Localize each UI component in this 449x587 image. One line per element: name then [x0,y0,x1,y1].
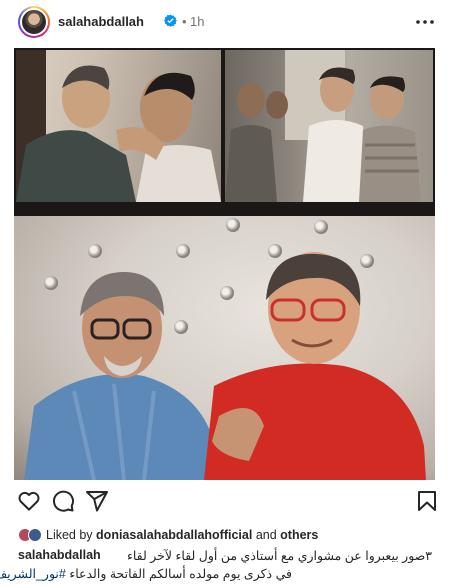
others-link[interactable]: others [280,528,318,542]
comment-icon[interactable] [51,489,75,513]
separator-dot: • [182,14,187,29]
post-image[interactable] [14,48,435,480]
liked-by-avatars[interactable] [18,528,42,542]
post-time[interactable]: 1h [190,14,204,29]
avatar-image [22,10,46,34]
photo-bottom [14,216,435,480]
heart-icon[interactable] [17,489,41,513]
username-link[interactable]: salahabdallah [58,14,144,29]
caption-line-2: في ذكرى يوم مولده أسالكم الفاتحة والدعاء… [0,566,292,581]
caption-username[interactable]: salahabdallah [18,548,101,562]
liked-by-text: Liked by doniasalahabdallahofficial and … [46,528,319,542]
liked-by-row: Liked by doniasalahabdallahofficial and … [18,526,438,544]
more-options-icon[interactable] [414,12,436,32]
verified-badge-icon [164,14,177,27]
scene-two-men-seated [24,252,426,480]
post-header: salahabdallah • 1h [0,0,449,44]
avatar[interactable] [18,6,50,38]
liked-by-user-link[interactable]: doniasalahabdallahofficial [96,528,252,542]
scene-two-men [16,50,221,202]
bookmark-icon[interactable] [415,489,439,513]
hashtag-link[interactable]: #نور_الشريف [0,567,66,581]
share-icon[interactable] [85,489,109,513]
photo-top-left [16,50,221,202]
caption-line-1: ٣صور بيعبروا عن مشواري مع أستاذي من أول … [126,549,432,563]
caption-text: في ذكرى يوم مولده أسالكم الفاتحة والدعاء [69,567,292,581]
photo-top-right [225,50,433,202]
scene-group-men [225,50,421,202]
instagram-post: salahabdallah • 1h Liked by doniasalahab… [0,0,449,587]
avatar [28,528,42,542]
